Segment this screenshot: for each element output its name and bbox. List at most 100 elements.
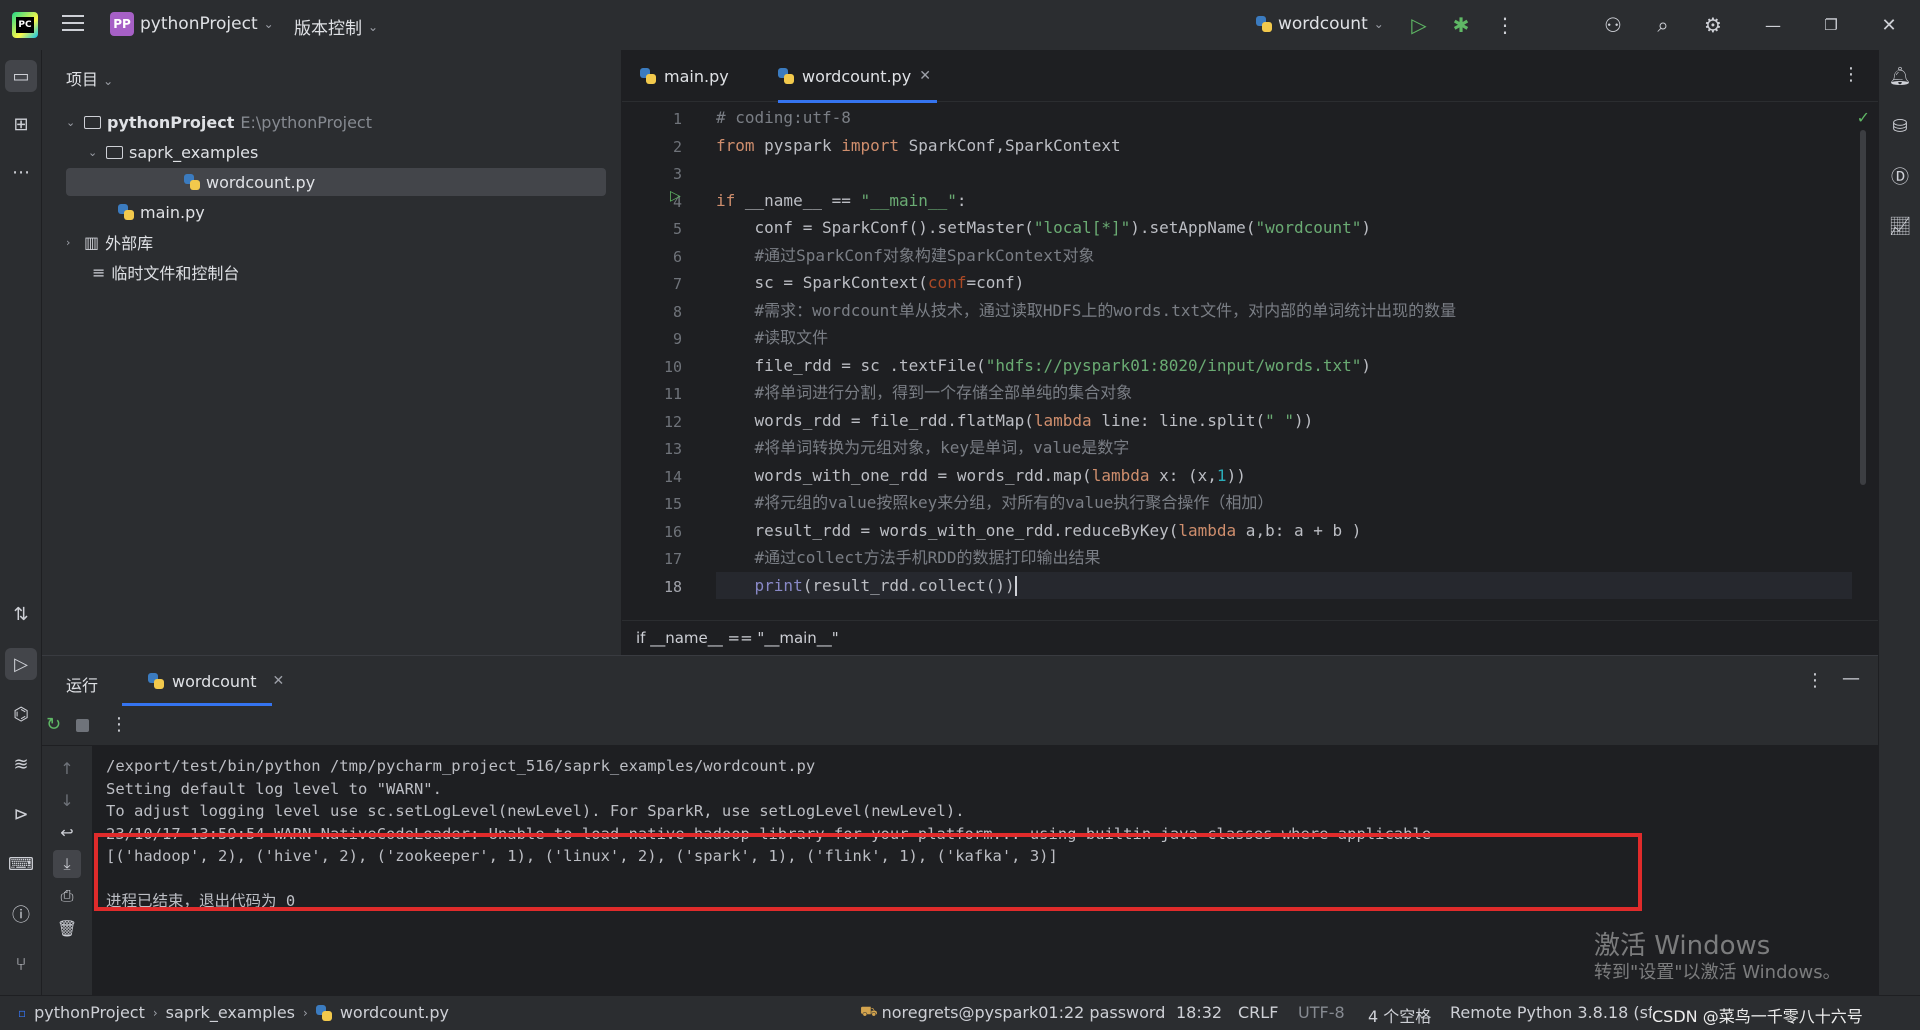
chevron-down-icon: ⌄ xyxy=(66,115,76,129)
print-icon[interactable]: ⎙ xyxy=(53,882,81,910)
project-folder-icon[interactable]: ▭ xyxy=(5,60,37,92)
commit-arrows-icon[interactable]: ⇅ xyxy=(5,598,37,630)
status-caret-position[interactable]: 18:32 xyxy=(1176,1003,1222,1022)
notifications-bell-icon[interactable]: 🔔︎ xyxy=(1884,60,1916,92)
status-interpreter[interactable]: Remote Python 3.8.18 (sf... xyxy=(1450,1003,1668,1022)
tree-item-label: saprk_examples xyxy=(129,142,259,162)
run-tool-icon[interactable]: ▷ xyxy=(5,648,37,680)
code-line[interactable]: result_rdd = words_with_one_rdd.reduceBy… xyxy=(716,517,1362,544)
code-line[interactable]: if __name__ == "__main__": xyxy=(716,187,966,214)
services-icon[interactable]: ⊳ xyxy=(5,798,37,830)
more-vertical-icon[interactable]: ⋮ xyxy=(110,714,128,735)
code-line[interactable]: #将单词进行分割，得到一个存储全部单纯的集合对象 xyxy=(716,379,1133,406)
tree-item-saprk-examples[interactable]: ⌄ saprk_examples xyxy=(88,138,258,166)
more-horizontal-icon[interactable]: ⋯ xyxy=(5,156,37,188)
status-encoding[interactable]: UTF-8 xyxy=(1298,1003,1345,1022)
tree-item-external-libs[interactable]: › ▥ 外部库 xyxy=(66,228,153,256)
git-branch-icon[interactable]: ⑂ xyxy=(5,948,37,980)
search-icon[interactable]: ⌕ xyxy=(1650,12,1676,38)
trash-icon[interactable]: 🗑︎ xyxy=(53,914,81,942)
tree-item-project-root[interactable]: ⌄ pythonProject E:\pythonProject xyxy=(66,108,372,136)
editor-scrollbar[interactable] xyxy=(1860,130,1866,485)
code-line[interactable]: print(result_rdd.collect()) xyxy=(716,571,1852,599)
more-vertical-icon[interactable]: ⋮ xyxy=(1492,12,1518,38)
layers-icon[interactable]: ≋ xyxy=(5,748,37,780)
main-menu-icon[interactable] xyxy=(62,15,84,33)
close-tab-icon[interactable]: ✕ xyxy=(272,673,284,689)
run-side-toolbar: ↑ ↓ ↩ ⤓ ⎙ 🗑︎ xyxy=(42,746,92,996)
run-toolbar: ↻ ⋮ xyxy=(42,706,1878,746)
terminal-icon[interactable]: ⌨ xyxy=(5,848,37,880)
code-line[interactable]: #将单词转换为元组对象，key是单词，value是数字 xyxy=(716,434,1130,461)
arrow-down-icon[interactable]: ↓ xyxy=(53,786,81,814)
minimize-panel-icon[interactable]: — xyxy=(1842,668,1860,689)
code-line[interactable]: # coding:utf-8 xyxy=(716,104,851,131)
code-line[interactable]: sc = SparkContext(conf=conf) xyxy=(716,269,1025,296)
code-line[interactable]: from pyspark import SparkConf,SparkConte… xyxy=(716,132,1121,159)
code-line[interactable]: conf = SparkConf().setMaster("local[*]")… xyxy=(716,214,1372,241)
sciview-icon[interactable]: 📈︎ xyxy=(1884,210,1916,242)
status-indent[interactable]: 4 个空格 xyxy=(1368,1003,1431,1027)
structure-icon[interactable]: ⊞ xyxy=(5,108,37,140)
right-tool-strip: 🔔︎ ⛁ Ⓓ 📈︎ xyxy=(1878,50,1920,995)
line-number: 5 xyxy=(672,220,682,238)
restore-icon[interactable]: ❐ xyxy=(1818,12,1844,38)
stop-icon[interactable] xyxy=(76,719,89,732)
status-crumb-folder[interactable]: saprk_examples xyxy=(166,1003,295,1022)
more-vertical-icon[interactable]: ⋮ xyxy=(1806,670,1824,691)
code-area[interactable]: # coding:utf-8 from pyspark import SparkC… xyxy=(716,102,1856,647)
project-switcher[interactable]: PP pythonProject ⌄ xyxy=(110,12,274,36)
code-line[interactable]: #需求：wordcount单从技术，通过读取HDFS上的words.txt文件，… xyxy=(716,297,1457,324)
arrow-up-icon[interactable]: ↑ xyxy=(53,754,81,782)
python-file-icon xyxy=(148,673,164,689)
status-line-separator[interactable]: CRLF xyxy=(1238,1003,1278,1022)
status-remote-host[interactable]: ⛟ noregrets@pyspark01:22 password xyxy=(860,1003,1165,1022)
code-line[interactable]: #通过SparkConf对象构建SparkContext对象 xyxy=(716,242,1095,269)
code-line[interactable]: file_rdd = sc .textFile("hdfs://pyspark0… xyxy=(716,352,1372,379)
project-panel: 项目 ⌄ ⌄ pythonProject E:\pythonProject ⌄ … xyxy=(42,50,622,655)
database-icon[interactable]: ⛁ xyxy=(1884,110,1916,142)
soft-wrap-icon[interactable]: ↩ xyxy=(53,818,81,846)
code-line[interactable]: words_rdd = file_rdd.flatMap(lambda line… xyxy=(716,407,1314,434)
csdn-watermark: CSDN @菜鸟一千零八十六号 xyxy=(1652,1003,1863,1027)
tree-item-wordcount[interactable]: wordcount.py xyxy=(66,168,606,196)
editor-breadcrumb[interactable]: if __name__ == "__main__" xyxy=(636,629,839,647)
add-user-icon[interactable]: ⚇ xyxy=(1600,12,1626,38)
python-file-icon xyxy=(315,1004,332,1021)
close-icon[interactable]: ✕ xyxy=(1876,12,1902,38)
tree-item-scratches[interactable]: ≡ 临时文件和控制台 xyxy=(92,258,239,286)
scroll-to-end-icon[interactable]: ⤓ xyxy=(53,850,81,878)
code-line[interactable]: #通过collect方法手机RDD的数据打印输出结果 xyxy=(716,544,1101,571)
status-crumb-file[interactable]: wordcount.py xyxy=(340,1003,449,1022)
python-console-icon[interactable]: ⌬ xyxy=(5,698,37,730)
code-line[interactable]: words_with_one_rdd = words_rdd.map(lambd… xyxy=(716,462,1246,489)
project-panel-title[interactable]: 项目 ⌄ xyxy=(66,66,113,90)
tab-wordcount-py[interactable]: wordcount.py ✕ xyxy=(778,50,937,103)
tree-item-path: E:\pythonProject xyxy=(240,112,372,132)
windows-activation-subtitle: 转到"设置"以激活 Windows。 xyxy=(1594,962,1841,983)
rerun-icon[interactable]: ↻ xyxy=(46,714,61,735)
gear-icon[interactable]: ⚙ xyxy=(1700,12,1726,38)
more-vertical-icon[interactable]: ⋮ xyxy=(1842,64,1860,85)
project-name: pythonProject xyxy=(140,14,258,34)
problems-icon[interactable]: ⓘ xyxy=(5,898,37,930)
status-crumb-project[interactable]: pythonProject xyxy=(34,1003,145,1022)
remote-host-icon[interactable]: Ⓓ xyxy=(1884,160,1916,192)
line-number: 6 xyxy=(672,247,682,266)
code-line[interactable]: #读取文件 xyxy=(716,324,829,351)
project-badge: PP xyxy=(110,12,134,36)
run-tab-wordcount[interactable]: wordcount ✕ xyxy=(138,656,294,706)
line-number: 18 xyxy=(663,577,682,596)
run-icon[interactable]: ▷ xyxy=(1406,12,1432,38)
close-tab-icon[interactable]: ✕ xyxy=(919,68,931,84)
vcs-menu[interactable]: 版本控制 ⌄ xyxy=(294,14,378,39)
run-config-selector[interactable]: wordcount ⌄ xyxy=(1256,14,1384,34)
debug-icon[interactable]: ✱ xyxy=(1448,12,1474,38)
run-gutter-icon[interactable]: ▷ xyxy=(670,188,681,204)
tree-item-main[interactable]: main.py xyxy=(118,198,205,226)
code-line[interactable]: #将元组的value按照key来分组，对所有的value执行聚合操作（相加） xyxy=(716,489,1274,516)
chevron-right-icon: › xyxy=(152,1005,158,1020)
tab-main-py[interactable]: main.py xyxy=(640,50,729,102)
python-file-icon xyxy=(184,174,200,190)
minimize-icon[interactable]: — xyxy=(1760,12,1786,38)
